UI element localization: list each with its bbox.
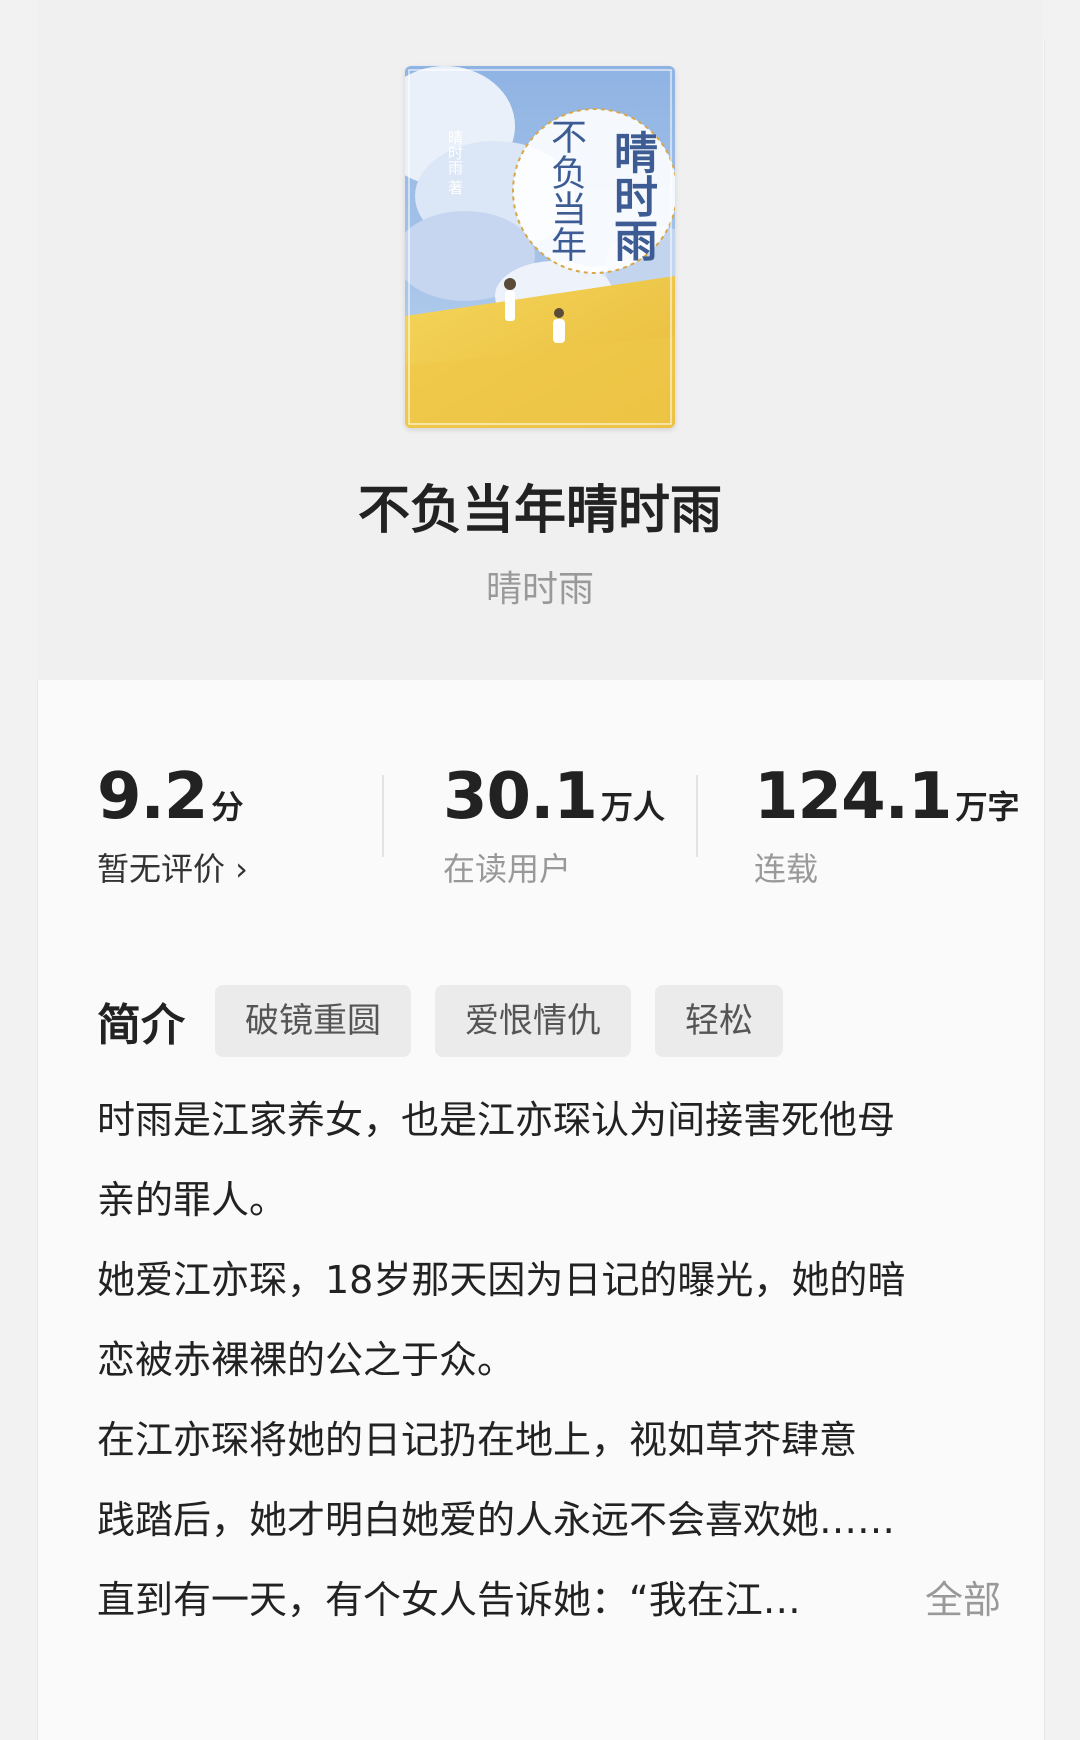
cover-author: 晴时雨 著 (446, 130, 464, 195)
cover-title-main: 晴时雨 (606, 130, 657, 262)
words-unit: 万字 (955, 788, 1020, 826)
readers-value: 30.1 (443, 760, 598, 834)
words-value: 124.1 (754, 760, 952, 834)
readers-unit: 万人 (600, 788, 665, 826)
readers-label: 在读用户 (443, 850, 572, 888)
rating-unit: 分 (211, 788, 244, 826)
description-line: 时雨是江家养女，也是江亦琛认为间接害死他母 (97, 1098, 896, 1142)
tag-chip[interactable]: 轻松 (655, 985, 783, 1057)
book-title: 不负当年晴时雨 (357, 481, 722, 541)
book-author[interactable]: 晴时雨 (0, 560, 1080, 612)
rating-review-link[interactable]: 暂无评价 › (97, 844, 248, 890)
stats-divider (696, 775, 698, 857)
book-cover[interactable]: 晴时雨 不负当年 晴时雨 著 (405, 66, 675, 428)
tag-chip[interactable]: 爱恨情仇 (435, 985, 631, 1057)
description-line-text: 直到有一天，有个女人告诉她：“我在江… (97, 1578, 801, 1622)
description-line: 恋被赤裸裸的公之于众。 (97, 1338, 516, 1382)
expand-all-button[interactable]: 全部 (884, 1560, 1001, 1640)
book-description: 时雨是江家养女，也是江亦琛认为间接害死他母 亲的罪人。 她爱江亦琛，18岁那天因… (97, 1080, 1001, 1640)
readers-stat: 30.1 万人 在读用户 (443, 760, 665, 890)
intro-label: 简介 (97, 1000, 185, 1051)
stats-divider (382, 775, 384, 857)
description-line: 直到有一天，有个女人告诉她：“我在江… 全部 (97, 1560, 1001, 1640)
rating-value: 9.2 (97, 760, 208, 834)
description-line: 她爱江亦琛，18岁那天因为日记的曝光，她的暗 (97, 1258, 906, 1302)
tag-chip[interactable]: 破镜重圆 (215, 985, 411, 1057)
description-line: 亲的罪人。 (97, 1178, 288, 1222)
rating-stat[interactable]: 9.2 分 暂无评价 › (97, 760, 248, 890)
description-line: 在江亦琛将她的日记扔在地上，视如草芥肆意 (97, 1418, 858, 1462)
cover-title-sub: 不负当年 (545, 118, 586, 262)
stats-row: 9.2 分 暂无评价 › 30.1 万人 在读用户 124.1 万字 连载 (0, 760, 1080, 900)
description-line: 践踏后，她才明白她爱的人永远不会喜欢她…… (97, 1498, 896, 1542)
serial-status: 连载 (754, 850, 819, 888)
intro-header: 简介 破镜重圆 爱恨情仇 轻松 (97, 985, 807, 1057)
words-stat: 124.1 万字 连载 (754, 760, 1019, 890)
